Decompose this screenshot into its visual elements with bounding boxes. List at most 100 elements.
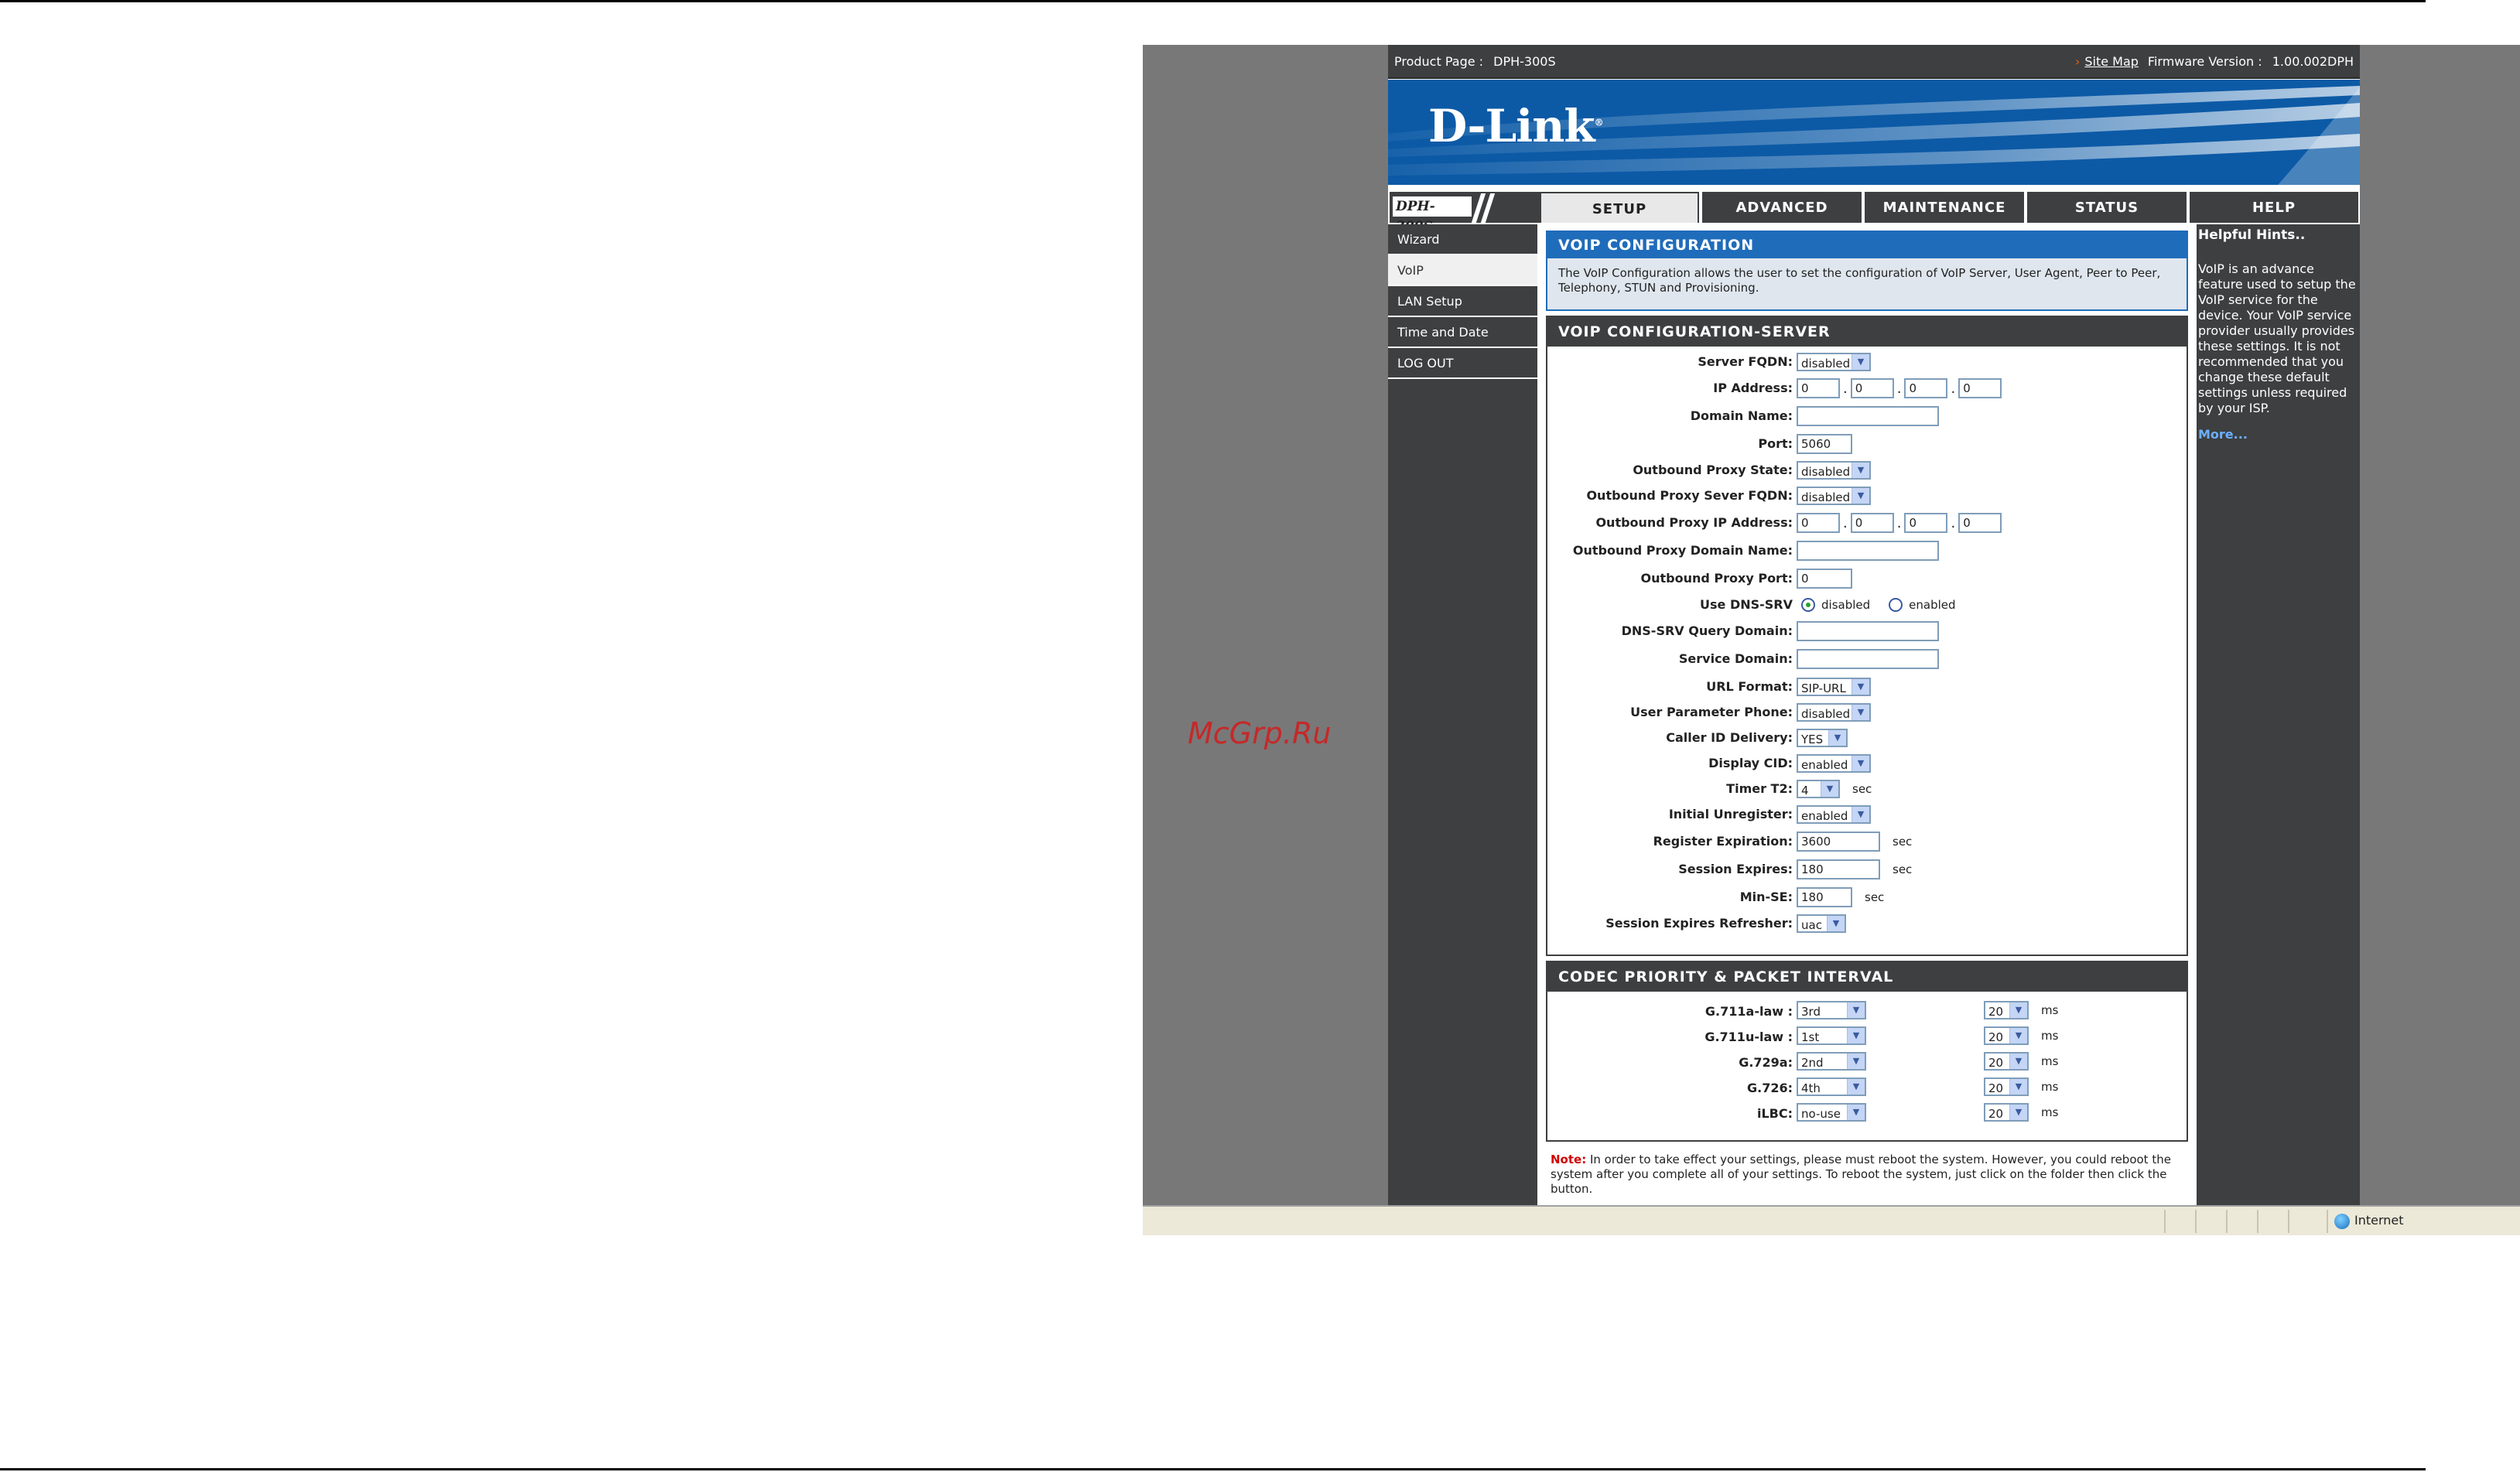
codec-interval-select[interactable]: 20 ▼ bbox=[1984, 1026, 2029, 1045]
server-title: VOIP CONFIGURATION-SERVER bbox=[1547, 317, 2187, 347]
codec-priority-select[interactable]: no-use ▼ bbox=[1797, 1103, 1866, 1122]
proxy-ip-octet-4-input[interactable]: 0 bbox=[1958, 513, 2002, 533]
sidebar-item-time-and-date[interactable]: Time and Date bbox=[1388, 317, 1537, 348]
min-se-row: Min-SE: 180 sec bbox=[1547, 886, 2183, 910]
user-parameter-phone-select[interactable]: disabled ▼ bbox=[1797, 703, 1871, 722]
session-expires-refresher-select[interactable]: uac ▼ bbox=[1797, 914, 1846, 933]
chevron-down-icon: ▼ bbox=[1852, 705, 1869, 720]
top-rule bbox=[0, 0, 2426, 2]
model-badge: DPH-300S bbox=[1390, 192, 1541, 234]
codec-panel: CODEC PRIORITY & PACKET INTERVAL G.711a-… bbox=[1546, 961, 2188, 1142]
url-format-select[interactable]: SIP-URL ▼ bbox=[1797, 678, 1871, 696]
note-text: In order to take effect your settings, p… bbox=[1551, 1153, 2171, 1196]
voip-server-panel: VOIP CONFIGURATION-SERVER Server FQDN: d… bbox=[1546, 316, 2188, 956]
tab-status[interactable]: STATUS bbox=[2027, 192, 2187, 223]
hints-text: VoIP is an advance feature used to setup… bbox=[2198, 261, 2356, 415]
caller-id-delivery-row: Caller ID Delivery: YES ▼ bbox=[1547, 727, 2183, 750]
ip-octet-3-input[interactable]: 0 bbox=[1904, 378, 1948, 398]
site-map-link[interactable]: Site Map bbox=[2084, 54, 2139, 69]
status-divider bbox=[2327, 1210, 2328, 1233]
hints-title: Helpful Hints.. bbox=[2198, 227, 2306, 243]
min-se-input[interactable]: 180 bbox=[1797, 887, 1852, 907]
chevron-down-icon: ▼ bbox=[1852, 354, 1869, 370]
sidebar-item-log-out[interactable]: LOG OUT bbox=[1388, 348, 1537, 379]
outbound-proxy-state-select[interactable]: disabled ▼ bbox=[1797, 461, 1871, 480]
port-input[interactable]: 5060 bbox=[1797, 434, 1852, 454]
proxy-ip-octet-3-input[interactable]: 0 bbox=[1904, 513, 1948, 533]
service-domain-input[interactable] bbox=[1797, 649, 1939, 669]
caller-id-delivery-select[interactable]: YES ▼ bbox=[1797, 729, 1848, 747]
unit-label: ms bbox=[2041, 1003, 2059, 1017]
field-label: Initial Unregister: bbox=[1668, 807, 1793, 821]
dns-srv-query-domain-input[interactable] bbox=[1797, 621, 1939, 641]
model-badge-text: DPH-300S bbox=[1393, 196, 1472, 234]
router-page: Product Page : DPH-300S › Site Map Firmwar… bbox=[1388, 45, 2360, 1205]
sidebar-item-wizard[interactable]: Wizard bbox=[1388, 224, 1537, 255]
initial-unregister-select[interactable]: enabled ▼ bbox=[1797, 805, 1871, 824]
field-label: DNS-SRV Query Domain: bbox=[1621, 623, 1793, 638]
tab-maintenance[interactable]: MAINTENANCE bbox=[1865, 192, 2024, 223]
codec-priority-select[interactable]: 4th ▼ bbox=[1797, 1078, 1866, 1096]
firmware-value: 1.00.002DPH bbox=[2272, 54, 2354, 69]
status-divider bbox=[2257, 1210, 2258, 1233]
ip-octet-4-input[interactable]: 0 bbox=[1958, 378, 2002, 398]
session-expires-refresher-row: Session Expires Refresher: uac ▼ bbox=[1547, 913, 2183, 936]
field-label: Register Expiration: bbox=[1653, 834, 1793, 849]
codec-label: G.729a: bbox=[1739, 1055, 1793, 1070]
codec-priority-select[interactable]: 1st ▼ bbox=[1797, 1026, 1866, 1045]
chevron-down-icon: ▼ bbox=[1828, 730, 1846, 746]
codec-interval-select[interactable]: 20 ▼ bbox=[1984, 1001, 2029, 1019]
status-divider bbox=[2195, 1210, 2197, 1233]
domain-name-input[interactable] bbox=[1797, 406, 1939, 426]
field-label: Use DNS-SRV bbox=[1700, 597, 1793, 612]
ip-octet-2-input[interactable]: 0 bbox=[1850, 378, 1894, 398]
proxy-ip-octet-1-input[interactable]: 0 bbox=[1797, 513, 1840, 533]
main-content: VOIP CONFIGURATION The VoIP Configuratio… bbox=[1543, 224, 2193, 1205]
codec-priority-select[interactable]: 2nd ▼ bbox=[1797, 1052, 1866, 1071]
field-label: Server FQDN: bbox=[1698, 354, 1793, 369]
tab-setup[interactable]: SETUP bbox=[1540, 192, 1699, 223]
server-fqdn-select[interactable]: disabled ▼ bbox=[1797, 353, 1871, 371]
unit-label: sec bbox=[1865, 890, 1885, 904]
timer-t2-select[interactable]: 4 ▼ bbox=[1797, 780, 1840, 798]
codec-interval-select[interactable]: 20 ▼ bbox=[1984, 1052, 2029, 1071]
user-parameter-phone-row: User Parameter Phone: disabled ▼ bbox=[1547, 702, 2183, 725]
session-expires-input[interactable]: 180 bbox=[1797, 859, 1880, 879]
sidebar-item-lan-setup[interactable]: LAN Setup bbox=[1388, 286, 1537, 317]
chevron-down-icon: ▼ bbox=[2009, 1028, 2027, 1043]
register-expiration-input[interactable]: 3600 bbox=[1797, 832, 1880, 852]
radio-label: disabled bbox=[1821, 598, 1871, 612]
reboot-note: Note: In order to take effect your setti… bbox=[1551, 1153, 2185, 1197]
chevron-down-icon: ▼ bbox=[1852, 807, 1869, 822]
field-label: Timer T2: bbox=[1726, 781, 1793, 796]
field-label: Domain Name: bbox=[1690, 408, 1793, 423]
unit-label: ms bbox=[2041, 1080, 2059, 1094]
unit-label: ms bbox=[2041, 1105, 2059, 1119]
chevron-down-icon: ▼ bbox=[1852, 463, 1869, 478]
codec-interval-select[interactable]: 20 ▼ bbox=[1984, 1078, 2029, 1096]
outbound-proxy-domain-input[interactable] bbox=[1797, 541, 1939, 561]
codec-label: iLBC: bbox=[1756, 1106, 1793, 1121]
field-label: Min-SE: bbox=[1739, 890, 1793, 904]
tab-advanced[interactable]: ADVANCED bbox=[1702, 192, 1862, 223]
more-link[interactable]: More... bbox=[2197, 416, 2360, 453]
ip-octet-1-input[interactable]: 0 bbox=[1797, 378, 1840, 398]
codec-interval-select[interactable]: 20 ▼ bbox=[1984, 1103, 2029, 1122]
dns-srv-disabled-radio[interactable] bbox=[1801, 598, 1815, 612]
proxy-ip-octet-2-input[interactable]: 0 bbox=[1850, 513, 1894, 533]
field-label: Caller ID Delivery: bbox=[1666, 730, 1793, 745]
outbound-proxy-port-input[interactable]: 0 bbox=[1797, 569, 1852, 589]
unit-label: sec bbox=[1893, 862, 1913, 876]
tab-help[interactable]: HELP bbox=[2190, 192, 2358, 223]
chevron-down-icon: ▼ bbox=[1852, 756, 1869, 771]
chevron-down-icon: ▼ bbox=[1847, 1028, 1865, 1043]
display-cid-select[interactable]: enabled ▼ bbox=[1797, 754, 1871, 773]
sidebar-item-voip[interactable]: VoIP bbox=[1388, 255, 1537, 286]
outbound-proxy-fqdn-select[interactable]: disabled ▼ bbox=[1797, 487, 1871, 505]
intro-title: VOIP CONFIGURATION bbox=[1547, 232, 2187, 258]
unit-label: ms bbox=[2041, 1054, 2059, 1068]
codec-label: G.726: bbox=[1746, 1081, 1793, 1095]
codec-priority-select[interactable]: 3rd ▼ bbox=[1797, 1001, 1866, 1019]
dns-srv-enabled-radio[interactable] bbox=[1889, 598, 1903, 612]
initial-unregister-row: Initial Unregister: enabled ▼ bbox=[1547, 804, 2183, 827]
